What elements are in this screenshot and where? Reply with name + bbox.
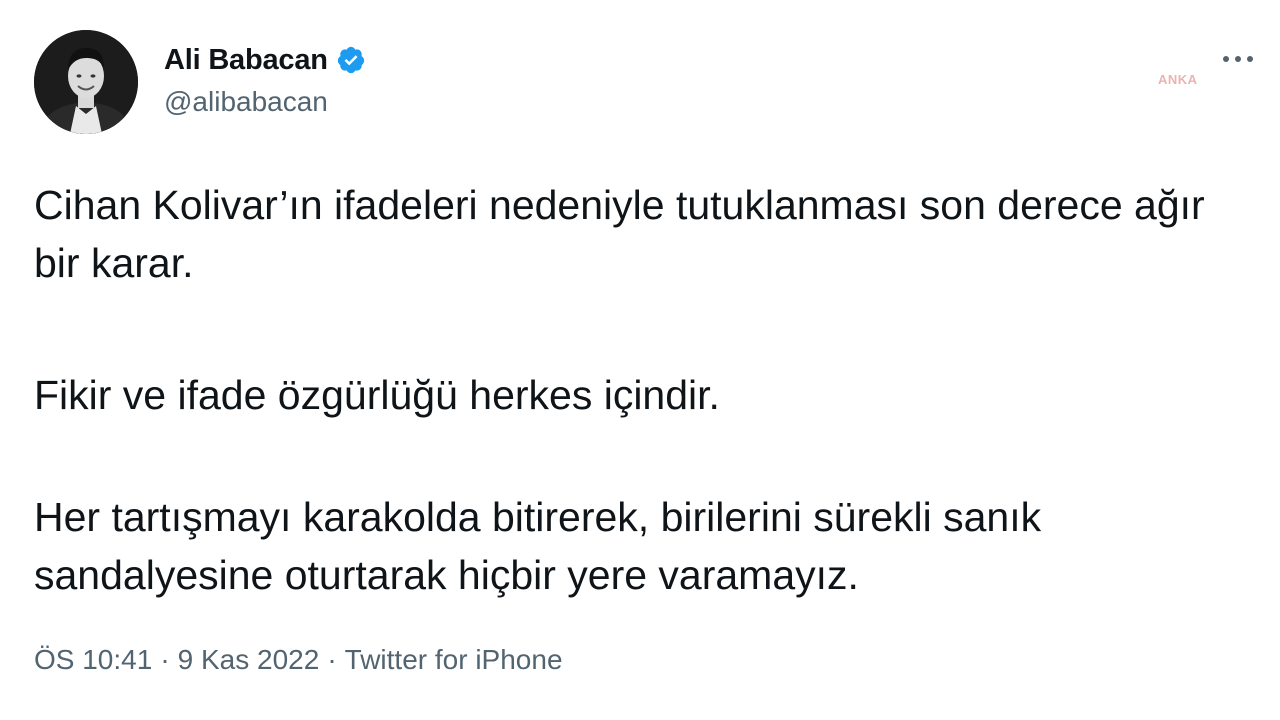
user-info: Ali Babacan @alibabacan: [164, 38, 366, 118]
meta-separator: ·: [160, 644, 170, 675]
verified-badge-icon: [336, 45, 366, 75]
watermark: ANKA: [1158, 72, 1198, 87]
tweet-paragraph: Her tartışmayı karakolda bitirerek, biri…: [34, 494, 1042, 598]
more-dot-icon: [1223, 56, 1229, 62]
tweet-paragraph: Fikir ve ifade özgürlüğü herkes içindir.: [34, 372, 720, 418]
meta-separator: ·: [327, 644, 337, 675]
tweet-card: Ali Babacan @alibabacan ANKA Cihan Koliv…: [0, 0, 1280, 720]
user-handle[interactable]: @alibabacan: [164, 86, 366, 118]
tweet-meta: ÖS 10:41 · 9 Kas 2022 · Twitter for iPho…: [34, 644, 563, 676]
tweet-time[interactable]: ÖS 10:41: [34, 644, 152, 676]
name-row: Ali Babacan: [164, 38, 366, 82]
more-dot-icon: [1235, 56, 1241, 62]
tweet-date[interactable]: 9 Kas 2022: [178, 644, 320, 676]
avatar[interactable]: [34, 30, 138, 134]
more-options-button[interactable]: [1212, 44, 1264, 74]
display-name[interactable]: Ali Babacan: [164, 44, 328, 77]
avatar-image: [34, 30, 138, 134]
tweet-source[interactable]: Twitter for iPhone: [345, 644, 563, 676]
more-dot-icon: [1247, 56, 1253, 62]
tweet-paragraph: Cihan Kolivar’ın ifadeleri nedeniyle tut…: [34, 182, 1205, 286]
